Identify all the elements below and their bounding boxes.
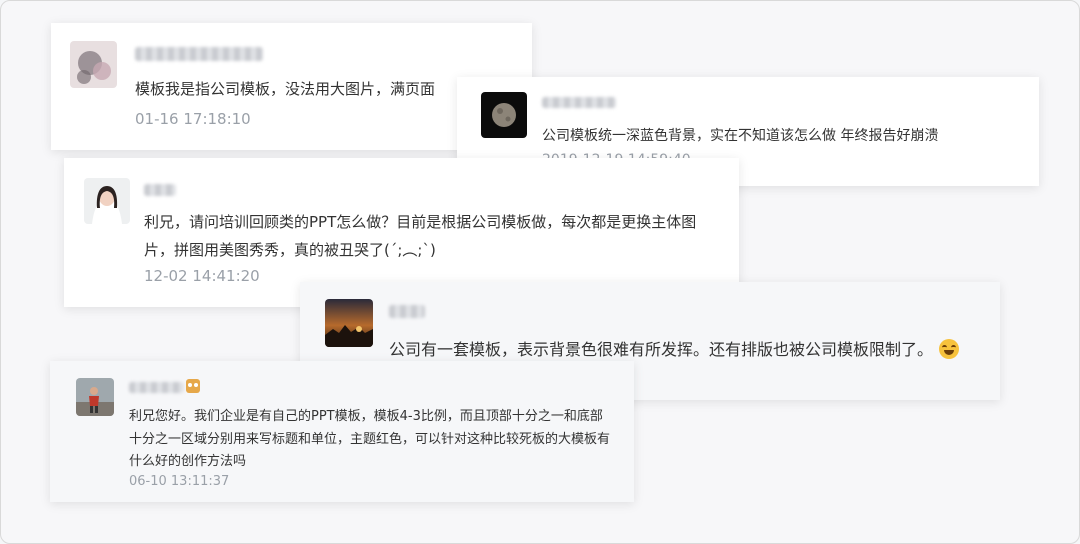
avatar — [70, 41, 117, 88]
comment-text-line-2: 十分之一区域分别用来写标题和单位，主题红色，可以针对这种比较死板的大模板有 — [129, 432, 611, 447]
username-blurred — [542, 97, 616, 108]
comment-text-line-3: 什么好的创作方法吗 — [129, 454, 247, 469]
comment-text-line-2: 片，拼图用美图秀秀，真的被丑哭了(´;︵;`) — [144, 241, 436, 259]
owl-emoji-icon — [186, 379, 200, 393]
comment-collage: 模板我是指公司模板，没法用大图片，满页面 01-16 17:18:10 公司模板… — [0, 0, 1080, 544]
comment-text-line-1: 利兄您好。我们企业是有自己的PPT模板，模板4-3比例，而且顶部十分之一和底部 — [129, 409, 603, 424]
avatar — [84, 178, 130, 224]
username-blurred — [144, 184, 176, 196]
comment-timestamp: 12-02 14:41:20 — [144, 267, 260, 285]
avatar — [481, 92, 527, 138]
username-blurred — [129, 382, 184, 393]
comment-text: 公司有一套模板，表示背景色很难有所发挥。还有排版也被公司模板限制了。 — [389, 336, 960, 360]
comment-text-line-1: 利兄，请问培训回顾类的PPT怎么做？目前是根据公司模板做，每次都是更换主体图 — [144, 213, 697, 231]
comment-timestamp: 01-16 17:18:10 — [135, 110, 251, 128]
avatar — [76, 378, 114, 416]
comment-timestamp: 06-10 13:11:37 — [129, 474, 230, 489]
username-blurred — [135, 47, 263, 61]
laughing-tears-emoji-icon — [939, 339, 960, 359]
comment-text: 公司模板统一深蓝色背景，实在不知道该怎么做 年终报告好崩溃 — [542, 128, 939, 144]
comment-text-content: 公司有一套模板，表示背景色很难有所发挥。还有排版也被公司模板限制了。 — [389, 340, 934, 359]
avatar — [325, 299, 373, 347]
comment-card-5: 利兄您好。我们企业是有自己的PPT模板，模板4-3比例，而且顶部十分之一和底部 … — [50, 361, 634, 502]
username-blurred — [389, 305, 425, 318]
comment-text: 模板我是指公司模板，没法用大图片，满页面 — [135, 80, 436, 98]
